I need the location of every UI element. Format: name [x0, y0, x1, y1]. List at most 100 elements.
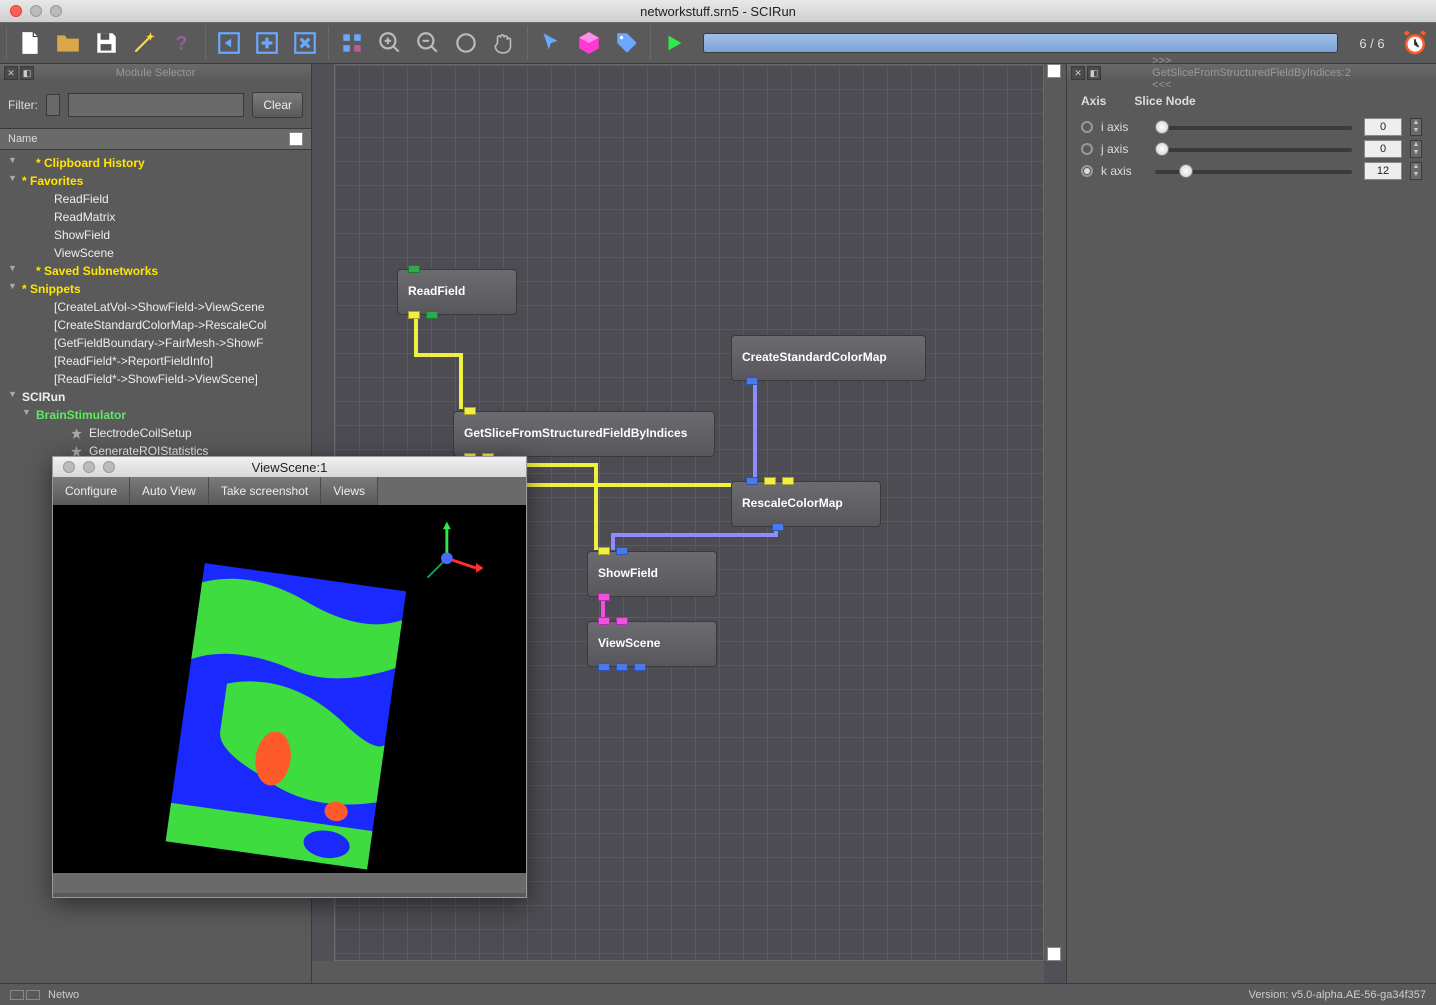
- help-button[interactable]: ?: [167, 28, 197, 58]
- panel-undock-button[interactable]: ◧: [1087, 66, 1101, 80]
- axis-value[interactable]: 12: [1364, 162, 1402, 180]
- port-out[interactable]: [598, 663, 610, 671]
- tree-brainstimulator[interactable]: BrainStimulator: [0, 406, 311, 424]
- viewscene-window[interactable]: ViewScene:1 Configure Auto View Take scr…: [52, 456, 527, 898]
- viewscene-render[interactable]: [53, 505, 526, 873]
- port-out[interactable]: [772, 523, 784, 531]
- tree-saved-subnetworks[interactable]: * Saved Subnetworks: [0, 262, 311, 280]
- open-folder-button[interactable]: [53, 28, 83, 58]
- configure-button[interactable]: Configure: [53, 477, 130, 505]
- clear-filter-button[interactable]: Clear: [252, 92, 303, 118]
- axis-radio[interactable]: [1081, 121, 1093, 133]
- window-plus-button[interactable]: [252, 28, 282, 58]
- port-in[interactable]: [598, 617, 610, 625]
- filter-input[interactable]: [68, 93, 244, 117]
- close-window-icon[interactable]: [10, 5, 22, 17]
- zoom-in-button[interactable]: [375, 28, 405, 58]
- tree-scrollbar-top[interactable]: [289, 132, 303, 146]
- port-out[interactable]: [598, 593, 610, 601]
- tree-snippet-item[interactable]: [CreateLatVol->ShowField->ViewScene: [0, 298, 311, 316]
- axis-radio[interactable]: [1081, 143, 1093, 155]
- tree-snippets[interactable]: * Snippets: [0, 280, 311, 298]
- close-icon[interactable]: [63, 461, 75, 473]
- grid-toggle-button[interactable]: [337, 28, 367, 58]
- axis-value[interactable]: 0: [1364, 118, 1402, 136]
- autoview-button[interactable]: Auto View: [130, 477, 209, 505]
- scroll-handle[interactable]: [1047, 64, 1061, 78]
- port-in[interactable]: [464, 407, 476, 415]
- port-in[interactable]: [616, 617, 628, 625]
- axis-slider[interactable]: [1155, 144, 1352, 154]
- module-viewscene[interactable]: ViewScene: [587, 621, 717, 667]
- tree-clipboard-history[interactable]: * Clipboard History: [0, 154, 311, 172]
- tree-snippet-item[interactable]: [CreateStandardColorMap->RescaleCol: [0, 316, 311, 334]
- tree-fav-item[interactable]: ReadMatrix: [0, 208, 311, 226]
- module-showfield[interactable]: ShowField: [587, 551, 717, 597]
- tree-fav-item[interactable]: ShowField: [0, 226, 311, 244]
- network-overview-icon[interactable]: [10, 990, 40, 1000]
- tree-favorites[interactable]: * Favorites: [0, 172, 311, 190]
- canvas-vertical-scrollbar[interactable]: [1044, 64, 1066, 961]
- pointer-tool-button[interactable]: [536, 28, 566, 58]
- panel-close-button[interactable]: ✕: [4, 66, 18, 80]
- alarm-clock-icon[interactable]: [1400, 28, 1430, 58]
- axis-radio[interactable]: [1081, 165, 1093, 177]
- new-file-button[interactable]: [15, 28, 45, 58]
- port-out[interactable]: [408, 311, 420, 319]
- module-rescalecolormap[interactable]: RescaleColorMap: [731, 481, 881, 527]
- spin-buttons[interactable]: ▲▼: [1410, 140, 1422, 158]
- port-in[interactable]: [782, 477, 794, 485]
- canvas-horizontal-scrollbar[interactable]: [312, 961, 1044, 983]
- tree-snippet-item[interactable]: [ReadField*->ReportFieldInfo]: [0, 352, 311, 370]
- tree-snippet-item[interactable]: [ReadField*->ShowField->ViewScene]: [0, 370, 311, 388]
- save-button[interactable]: [91, 28, 121, 58]
- port-out[interactable]: [616, 663, 628, 671]
- zoom-window-icon[interactable]: [50, 5, 62, 17]
- tree-fav-item[interactable]: ReadField: [0, 190, 311, 208]
- tree-scirun[interactable]: SCIRun: [0, 388, 311, 406]
- port-in[interactable]: [598, 547, 610, 555]
- progress-count: 6 / 6: [1352, 36, 1392, 51]
- port-out[interactable]: [746, 377, 758, 385]
- viewscene-titlebar[interactable]: ViewScene:1: [53, 457, 526, 477]
- module-getslice[interactable]: GetSliceFromStructuredFieldByIndices: [453, 411, 715, 457]
- run-button[interactable]: [659, 28, 689, 58]
- tree-fav-item[interactable]: ViewScene: [0, 244, 311, 262]
- port-out[interactable]: [426, 311, 438, 319]
- port-in[interactable]: [616, 547, 628, 555]
- spin-buttons[interactable]: ▲▼: [1410, 162, 1422, 180]
- window-arrow-button[interactable]: [214, 28, 244, 58]
- views-button[interactable]: Views: [321, 477, 378, 505]
- zoom-reset-button[interactable]: [451, 28, 481, 58]
- zoom-out-button[interactable]: [413, 28, 443, 58]
- package-icon[interactable]: [574, 28, 604, 58]
- axis-slider[interactable]: [1155, 166, 1352, 176]
- panel-close-button[interactable]: ✕: [1071, 66, 1085, 80]
- pan-hand-button[interactable]: [489, 28, 519, 58]
- filter-dropdown[interactable]: [46, 94, 60, 116]
- tree-snippet-item[interactable]: [GetFieldBoundary->FairMesh->ShowF: [0, 334, 311, 352]
- module-label: GetSliceFromStructuredFieldByIndices: [464, 426, 687, 440]
- version-label: Version: v5.0-alpha.AE-56-ga34f357: [1249, 989, 1426, 1001]
- tag-button[interactable]: [612, 28, 642, 58]
- minimize-window-icon[interactable]: [30, 5, 42, 17]
- spin-buttons[interactable]: ▲▼: [1410, 118, 1422, 136]
- scroll-handle[interactable]: [1047, 947, 1061, 961]
- module-label: ReadField: [408, 284, 465, 298]
- axis-value[interactable]: 0: [1364, 140, 1402, 158]
- screenshot-button[interactable]: Take screenshot: [209, 477, 321, 505]
- module-createstandardcolormap[interactable]: CreateStandardColorMap: [731, 335, 926, 381]
- panel-undock-button[interactable]: ◧: [20, 66, 34, 80]
- axis-slider[interactable]: [1155, 122, 1352, 132]
- port-in[interactable]: [746, 477, 758, 485]
- port-out[interactable]: [634, 663, 646, 671]
- window-x-button[interactable]: [290, 28, 320, 58]
- module-readfield[interactable]: ReadField: [397, 269, 517, 315]
- tree-brain-item[interactable]: ElectrodeCoilSetup: [0, 424, 311, 442]
- minimize-icon[interactable]: [83, 461, 95, 473]
- port-in[interactable]: [764, 477, 776, 485]
- zoom-icon[interactable]: [103, 461, 115, 473]
- magic-wand-button[interactable]: [129, 28, 159, 58]
- port-in[interactable]: [408, 265, 420, 273]
- axis-label: k axis: [1101, 164, 1143, 178]
